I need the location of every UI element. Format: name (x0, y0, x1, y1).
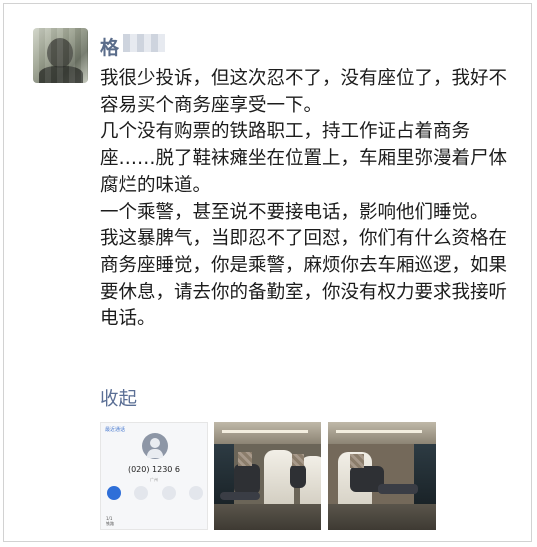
post-paragraph-1: 我很少投诉，但这次忍不了，没有座位了，我好不容易买个商务座享受一下。 (100, 68, 508, 116)
passenger-figure (234, 464, 260, 494)
username-mosaic (123, 34, 165, 52)
passenger-legs (378, 484, 418, 494)
video-icon (161, 486, 176, 500)
train-window (414, 444, 436, 504)
post-text: 我很少投诉，但这次忍不了，没有座位了，我好不容易买个商务座享受一下。 几个没有购… (100, 66, 510, 333)
passenger-figure (290, 464, 306, 488)
avatar[interactable] (33, 28, 88, 83)
call-footer-line2: 铁路 (106, 521, 114, 526)
post-image-train-seat-2[interactable] (328, 422, 436, 530)
call-icon (107, 486, 121, 500)
phone-number: (020) 1230 6 (127, 465, 181, 474)
phone-location: 广州 (150, 477, 158, 482)
collapse-link[interactable]: 收起 (100, 385, 137, 411)
post-image-phone-call[interactable]: 最近通话 (020) 1230 6 广州 1/1 铁路 (100, 422, 208, 530)
train-ceiling (214, 422, 321, 444)
avatar-mosaic (33, 28, 88, 83)
username[interactable]: 格 (100, 33, 119, 60)
face-mosaic (238, 452, 252, 466)
train-floor (328, 504, 436, 530)
call-header-label: 最近通话 (105, 427, 126, 433)
more-icon (188, 486, 203, 500)
message-icon (134, 486, 149, 500)
post-paragraph-2: 几个没有购票的铁路职工，持工作证占着商务座……脱了鞋袜瘫坐在位置上，车厢里弥漫着… (100, 121, 508, 196)
contact-avatar-icon (142, 433, 168, 459)
call-footer: 1/1 铁路 (106, 516, 114, 526)
train-floor (214, 504, 321, 530)
face-mosaic (350, 454, 364, 468)
train-ceiling (328, 422, 436, 444)
face-mosaic (292, 454, 304, 466)
post-paragraph-3: 一个乘警，甚至说不要接电话，影响他们睡觉。 (100, 201, 489, 223)
post-image-train-seat-1[interactable] (214, 422, 321, 530)
post-paragraph-4: 我这暴脾气，当即忍不了回怼，你们有什么资格在商务座睡觉，你是乘警，麻烦你去车厢巡… (100, 228, 508, 330)
passenger-legs (220, 492, 260, 500)
call-action-buttons (107, 486, 203, 500)
